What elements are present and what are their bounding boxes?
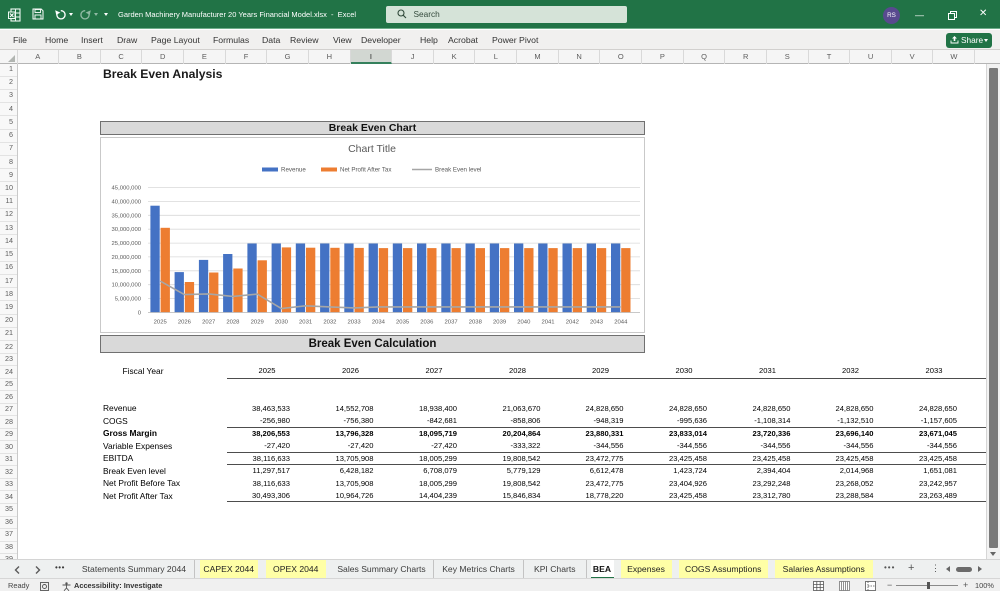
svg-text:2025: 2025	[154, 319, 168, 325]
svg-text:2044: 2044	[614, 319, 628, 325]
svg-text:2029: 2029	[251, 319, 264, 325]
svg-text:30,000,000: 30,000,000	[112, 227, 142, 233]
svg-text:2033: 2033	[348, 319, 362, 325]
svg-text:2034: 2034	[372, 319, 386, 325]
svg-text:0: 0	[138, 310, 142, 316]
svg-text:2032: 2032	[323, 319, 336, 325]
svg-text:20,000,000: 20,000,000	[112, 254, 142, 260]
svg-text:35,000,000: 35,000,000	[112, 213, 142, 219]
svg-text:Net Profit After Tax: Net Profit After Tax	[340, 166, 392, 173]
svg-text:2042: 2042	[566, 319, 579, 325]
svg-text:2038: 2038	[469, 319, 483, 325]
svg-text:2027: 2027	[202, 319, 215, 325]
svg-text:2041: 2041	[541, 319, 554, 325]
svg-text:15,000,000: 15,000,000	[112, 268, 142, 274]
svg-text:2030: 2030	[275, 319, 289, 325]
svg-text:2043: 2043	[590, 319, 604, 325]
svg-text:2037: 2037	[445, 319, 458, 325]
svg-text:2039: 2039	[493, 319, 506, 325]
svg-text:2036: 2036	[420, 319, 434, 325]
svg-text:Break Even level: Break Even level	[435, 166, 481, 173]
svg-text:45,000,000: 45,000,000	[112, 185, 142, 191]
svg-text:2026: 2026	[178, 319, 192, 325]
svg-text:2040: 2040	[517, 319, 531, 325]
svg-text:2031: 2031	[299, 319, 312, 325]
svg-text:10,000,000: 10,000,000	[112, 282, 142, 288]
svg-text:2035: 2035	[396, 319, 410, 325]
svg-text:40,000,000: 40,000,000	[112, 199, 142, 205]
svg-text:Chart Title: Chart Title	[348, 143, 396, 155]
svg-text:5,000,000: 5,000,000	[115, 296, 142, 302]
svg-text:2028: 2028	[226, 319, 240, 325]
svg-text:25,000,000: 25,000,000	[112, 241, 142, 247]
svg-text:Revenue: Revenue	[281, 166, 306, 173]
